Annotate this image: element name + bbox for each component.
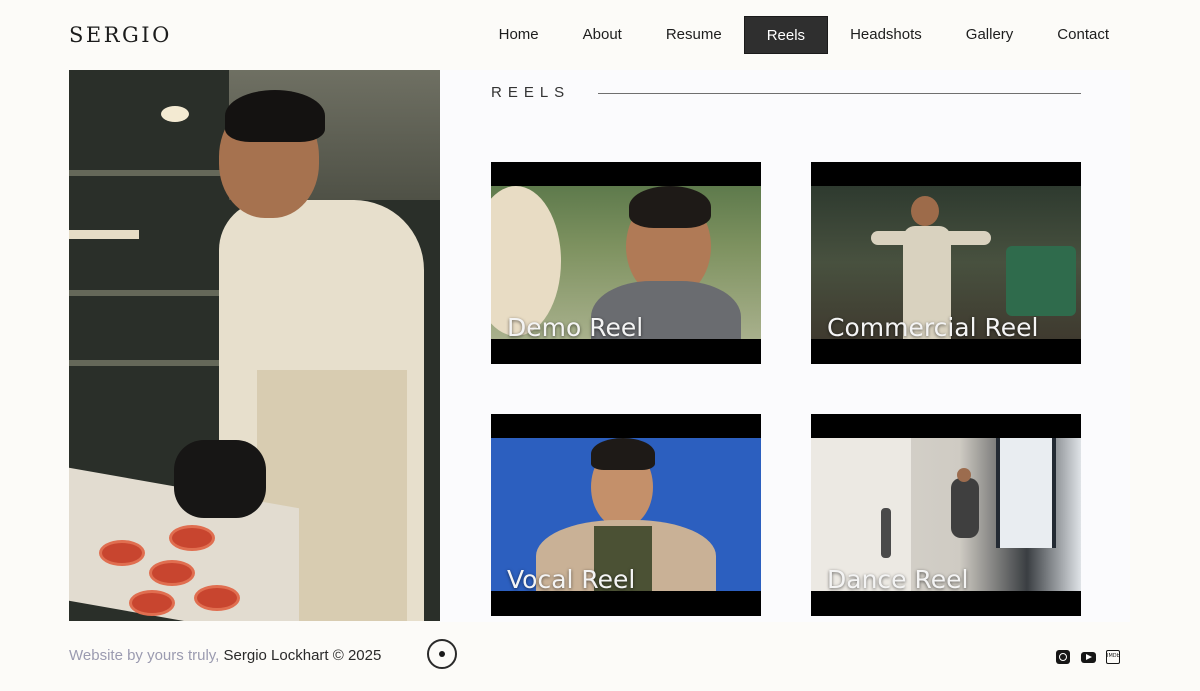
tomato-slice <box>149 560 195 586</box>
reel-card-demo[interactable]: Demo Reel <box>491 162 761 364</box>
imdb-icon[interactable]: IMDb <box>1106 650 1120 664</box>
nav-contact[interactable]: Contact <box>1035 16 1131 54</box>
person-hair <box>225 90 325 142</box>
reel-label: Commercial Reel <box>827 313 1039 342</box>
reel-label: Vocal Reel <box>507 565 636 594</box>
tomato-slice <box>169 525 215 551</box>
reel-card-commercial[interactable]: Commercial Reel <box>811 162 1081 364</box>
black-glove <box>174 440 266 518</box>
nav-gallery[interactable]: Gallery <box>944 16 1036 54</box>
instagram-icon[interactable] <box>1056 650 1070 664</box>
kitchen-shelf <box>69 360 229 366</box>
title-divider <box>598 93 1081 94</box>
audio-toggle-button[interactable] <box>427 639 457 669</box>
record-dot-icon <box>439 651 445 657</box>
studio-window <box>996 438 1056 548</box>
nav-about[interactable]: About <box>561 16 644 54</box>
credit-prefix: Website by yours truly, <box>69 647 220 664</box>
reel-card-vocal[interactable]: Vocal Reel <box>491 414 761 616</box>
person-hair <box>629 186 711 228</box>
person-hair <box>591 438 655 470</box>
hero-photo <box>69 70 440 621</box>
site-header: SERGIO Home About Resume Reels Headshots… <box>0 0 1200 70</box>
nav-reels[interactable]: Reels <box>743 16 829 54</box>
kitchen-background <box>69 70 440 621</box>
kitchen-shelf <box>69 290 229 296</box>
tomato-slice <box>194 585 240 611</box>
youtube-icon[interactable] <box>1081 652 1096 663</box>
footer-credit: Website by yours truly, Sergio Lockhart … <box>69 647 381 664</box>
main-nav: Home About Resume Reels Headshots Galler… <box>477 16 1131 54</box>
reel-card-dance[interactable]: Dance Reel <box>811 414 1081 616</box>
credit-name: Sergio Lockhart © 2025 <box>223 647 382 664</box>
ceiling-light <box>161 106 189 122</box>
dancer-reflection <box>881 508 891 558</box>
person-face <box>911 196 939 226</box>
nav-home[interactable]: Home <box>477 16 561 54</box>
dancer-body <box>951 478 979 538</box>
dancer-head <box>957 468 971 482</box>
shelf-light <box>69 230 139 239</box>
section-title: REELS <box>491 84 571 101</box>
nav-headshots[interactable]: Headshots <box>828 16 944 54</box>
reel-label: Demo Reel <box>507 313 644 342</box>
green-equipment <box>1006 246 1076 316</box>
kitchen-shelf <box>69 170 229 176</box>
tomato-slice <box>99 540 145 566</box>
reel-label: Dance Reel <box>827 565 969 594</box>
site-logo[interactable]: SERGIO <box>69 23 172 47</box>
tomato-slice <box>129 590 175 616</box>
nav-resume[interactable]: Resume <box>644 16 744 54</box>
